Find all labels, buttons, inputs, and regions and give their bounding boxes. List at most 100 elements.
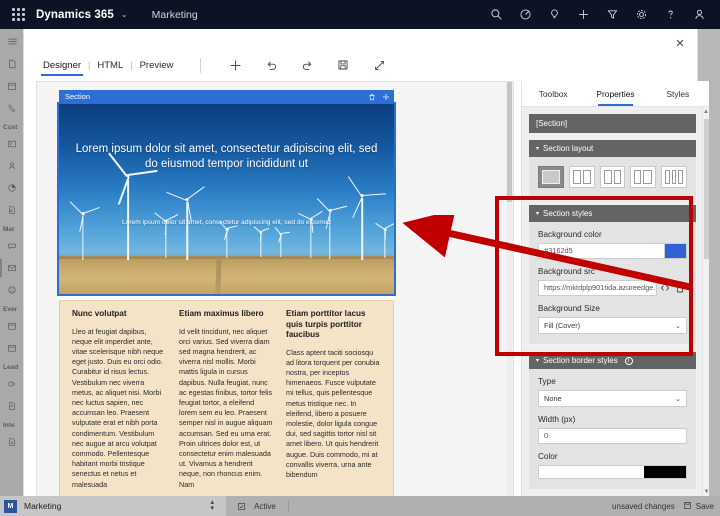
left-navigation-rail: Cust Mar Ever Lead Inte xyxy=(0,29,24,496)
border-type-select[interactable]: None ⌄ xyxy=(538,390,687,407)
redo-icon[interactable] xyxy=(289,54,325,76)
border-color-input[interactable] xyxy=(538,465,687,479)
lightbulb-icon[interactable] xyxy=(540,0,569,29)
filter-icon[interactable] xyxy=(598,0,627,29)
section-styles-body: Background color #3162d5 Background src … xyxy=(529,222,696,344)
border-width-input[interactable]: 0 xyxy=(538,428,687,444)
properties-scrollbar[interactable]: ▲ ▼ xyxy=(702,107,709,496)
top-bar-icon-group xyxy=(482,0,720,29)
record-status: Active xyxy=(254,501,276,511)
expand-icon[interactable] xyxy=(361,54,397,76)
save-icon xyxy=(683,501,692,512)
sidebar-item-lead-scoring[interactable] xyxy=(0,373,24,395)
undo-icon[interactable] xyxy=(253,54,289,76)
background-size-select[interactable]: Fill (Cover) ⌄ xyxy=(538,317,687,334)
sidebar-item-segments[interactable] xyxy=(0,177,24,199)
hero-section[interactable]: Lorem ipsum dolor sit amet, consectetur … xyxy=(57,102,396,296)
move-icon[interactable] xyxy=(382,93,390,101)
sidebar-item-forms[interactable] xyxy=(0,431,24,453)
hero-subheadline[interactable]: Lorem ipsum dolor sit amet, consectetur … xyxy=(79,218,374,227)
layout-option-three-column[interactable] xyxy=(661,166,687,188)
scroll-down-icon[interactable]: ▼ xyxy=(703,487,710,496)
column-1-body: Lleo at feugiat dapibus, neque elit impe… xyxy=(72,326,164,489)
app-switcher[interactable]: M Marketing ▴ ▾ xyxy=(0,496,226,516)
search-icon[interactable] xyxy=(482,0,511,29)
column-1-heading: Nunc volutpat xyxy=(72,309,127,318)
code-icon[interactable] xyxy=(657,280,672,296)
app-switcher-label: Marketing xyxy=(24,501,62,511)
layout-option-two-column-narrow-wide[interactable] xyxy=(599,166,626,188)
email-canvas[interactable]: Section Lorem ipsum dolor sit amet, cons… xyxy=(36,81,514,496)
layout-option-two-column-wide-narrow[interactable] xyxy=(630,166,657,188)
tab-styles[interactable]: Styles xyxy=(647,81,709,106)
sidebar-item-phone[interactable] xyxy=(0,97,24,119)
sidebar-item-document[interactable] xyxy=(0,199,24,221)
sidebar-group-customers-label: Cust xyxy=(3,124,18,131)
column-3[interactable]: Etiam porttitor lacus quis turpis portti… xyxy=(280,309,387,495)
sidebar-item-message[interactable] xyxy=(0,235,24,257)
sidebar-item-journey[interactable] xyxy=(0,279,24,301)
sidebar-group-leads-label: Lead xyxy=(3,364,19,371)
brand-title: Dynamics 365 xyxy=(36,8,114,21)
wind-turbine-icon xyxy=(108,152,158,260)
layout-option-one-column[interactable] xyxy=(538,166,564,188)
border-width-label: Width (px) xyxy=(538,415,576,424)
column-2[interactable]: Etiam maximus libero Id velit tincidunt,… xyxy=(173,309,280,495)
tab-html[interactable]: HTML xyxy=(92,57,128,74)
sidebar-item-contact-card[interactable] xyxy=(0,133,24,155)
properties-panel-tabs: Toolbox Properties Styles xyxy=(522,81,709,107)
account-icon[interactable] xyxy=(685,0,714,29)
tab-designer[interactable]: Designer xyxy=(38,57,86,76)
help-icon[interactable] xyxy=(656,0,685,29)
wind-turbine-icon xyxy=(274,227,289,257)
record-icon[interactable] xyxy=(232,502,250,511)
canvas-scrollbar[interactable] xyxy=(506,82,513,496)
hero-headline[interactable]: Lorem ipsum dolor sit amet, consectetur … xyxy=(75,142,378,172)
app-switcher-chevron-icon[interactable]: ▴ ▾ xyxy=(210,499,214,512)
section-layout-header[interactable]: ▾ Section layout xyxy=(529,140,696,157)
section-border-styles-header[interactable]: ▾ Section border styles i xyxy=(529,352,696,369)
target-icon[interactable] xyxy=(511,0,540,29)
background-color-input[interactable]: #3162d5 xyxy=(538,243,665,259)
app-launcher-icon[interactable] xyxy=(0,0,36,29)
app-name-label: Marketing xyxy=(151,8,198,21)
app-root: Dynamics 365 ⌄ Marketing Cust Mar Ever L… xyxy=(0,0,720,516)
hamburger-icon[interactable] xyxy=(0,29,24,53)
tab-preview[interactable]: Preview xyxy=(135,57,179,74)
close-icon[interactable]: ✕ xyxy=(670,34,690,52)
sidebar-item-calendar[interactable] xyxy=(0,75,24,97)
background-size-value: Fill (Cover) xyxy=(544,321,581,330)
save-button[interactable]: Save xyxy=(683,501,714,512)
background-src-input[interactable]: https://mktdplp901tida.azureedge.net/c xyxy=(538,280,657,296)
brand-chevron-down-icon[interactable]: ⌄ xyxy=(121,10,128,19)
add-icon[interactable] xyxy=(217,54,253,76)
trash-icon[interactable] xyxy=(368,93,376,101)
wind-turbine-icon xyxy=(218,221,238,258)
sidebar-group-events-label: Ever xyxy=(3,306,18,313)
properties-scrollbar-thumb[interactable] xyxy=(704,119,709,259)
wind-turbine-icon xyxy=(347,175,386,260)
background-color-row: #3162d5 xyxy=(538,243,687,259)
sidebar-item-events-calendar[interactable] xyxy=(0,337,24,359)
tab-toolbox[interactable]: Toolbox xyxy=(522,81,584,106)
sidebar-item-events[interactable] xyxy=(0,315,24,337)
canvas-scrollbar-thumb[interactable] xyxy=(507,82,512,202)
scroll-up-icon[interactable]: ▲ xyxy=(703,107,709,116)
file-picker-icon[interactable] xyxy=(672,280,687,296)
layout-option-two-column-equal[interactable] xyxy=(568,166,595,188)
info-icon[interactable]: i xyxy=(624,356,633,365)
section-styles-header[interactable]: ▾ Section styles xyxy=(529,205,696,222)
save-icon[interactable] xyxy=(325,54,361,76)
background-color-swatch[interactable] xyxy=(665,243,687,259)
plus-icon[interactable] xyxy=(569,0,598,29)
sidebar-item-person[interactable] xyxy=(0,155,24,177)
border-color-swatch[interactable] xyxy=(644,466,686,478)
sidebar-item-lead-person[interactable] xyxy=(0,395,24,417)
sidebar-item-email[interactable] xyxy=(0,257,24,279)
gear-icon[interactable] xyxy=(627,0,656,29)
sidebar-item-page[interactable] xyxy=(0,53,24,75)
column-1[interactable]: Nunc volutpat Lleo at feugiat dapibus, n… xyxy=(66,309,173,495)
three-column-section[interactable]: Nunc volutpat Lleo at feugiat dapibus, n… xyxy=(59,300,394,496)
tab-properties[interactable]: Properties xyxy=(584,81,646,106)
